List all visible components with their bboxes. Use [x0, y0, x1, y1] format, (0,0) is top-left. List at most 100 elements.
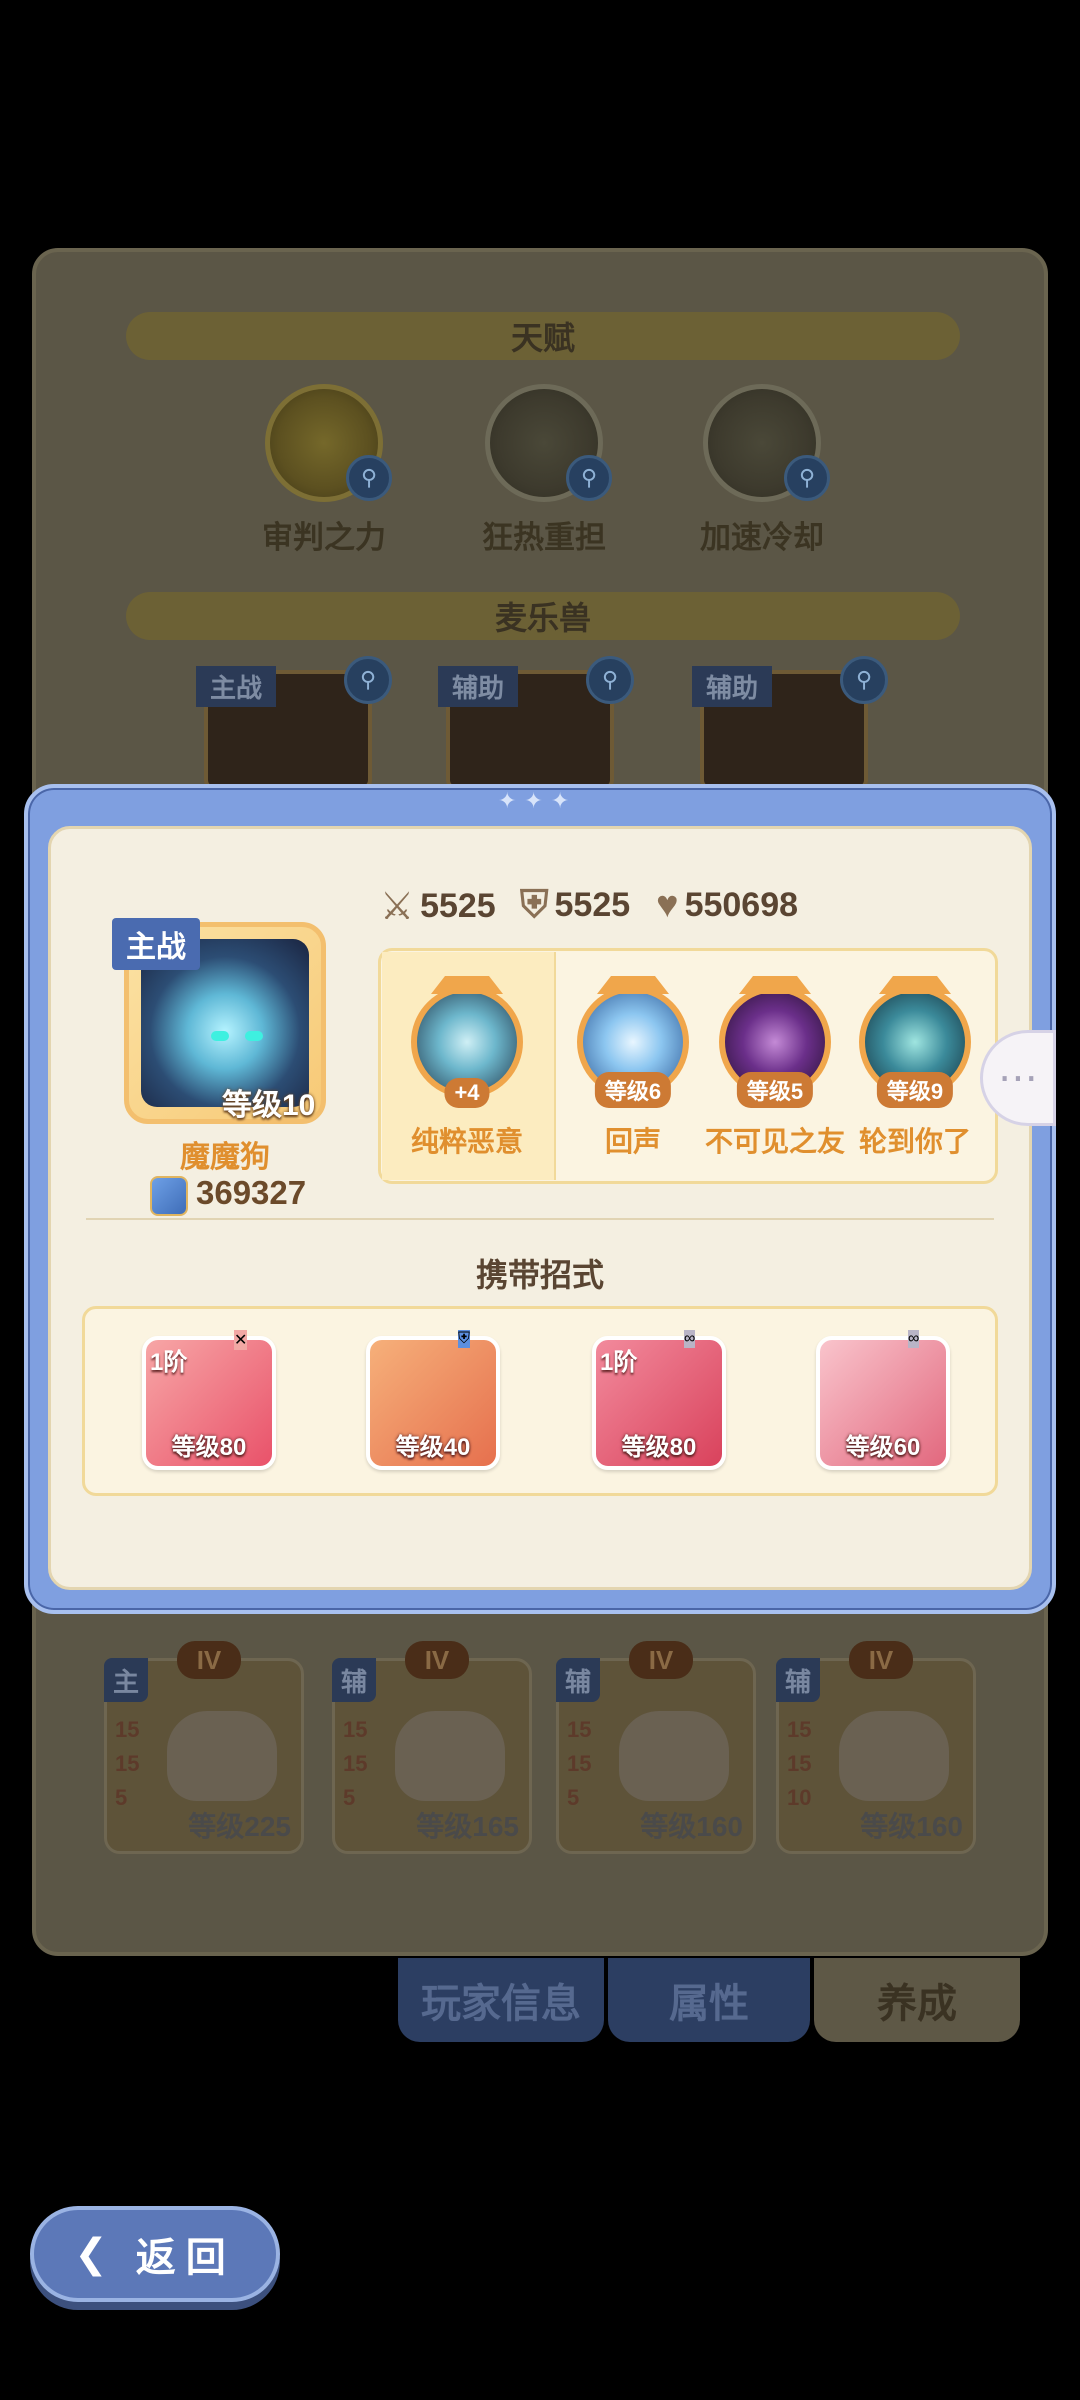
team-stats: 15 15 5 — [343, 1713, 367, 1815]
move-level: 等级60 — [845, 1434, 921, 1461]
spiky-beast-icon: +4 — [411, 976, 523, 1108]
magnifier-icon[interactable]: ⚲ — [586, 656, 634, 704]
talent-item[interactable]: ⚲ 狂热重担 — [444, 384, 644, 557]
eye-triangle-icon: ⚲ — [485, 384, 612, 502]
pet-header: 麦乐兽 — [126, 592, 960, 640]
team-role: 辅 — [556, 1658, 600, 1702]
divider — [86, 1218, 994, 1220]
ears-icon — [431, 974, 503, 994]
echo-crystal-icon: 等级6 — [577, 976, 689, 1108]
main-battle-tag: 主战 — [112, 918, 200, 970]
magnifier-icon[interactable]: ⚲ — [344, 656, 392, 704]
team-stats: 15 15 5 — [115, 1713, 139, 1815]
talent-item[interactable]: ⚲ 加速冷却 — [662, 384, 862, 557]
wrapped-fist-icon: ⚲ — [703, 384, 830, 502]
skill-item[interactable]: 等级5 不可见之友 — [700, 976, 850, 1160]
move-level: 等级80 — [621, 1434, 697, 1461]
move-card[interactable]: 等级40 — [366, 1336, 500, 1470]
return-button[interactable]: ❮ 返回 — [30, 2206, 280, 2302]
attack-badge-icon: ✕ — [234, 1330, 248, 1350]
skill-item[interactable]: +4 纯粹恶意 — [392, 976, 542, 1160]
return-label: 返回 — [135, 2236, 236, 2280]
chat-bubble-icon: ⋯ — [998, 1056, 1038, 1100]
attack-value: 5525 — [420, 887, 496, 925]
team-stat: 5 — [115, 1785, 128, 1810]
team-rank: IV — [177, 1641, 241, 1679]
tab-cultivation[interactable]: 养成 — [814, 1958, 1020, 2042]
team-card[interactable]: 辅 IV 15 15 5 等级165 — [332, 1641, 532, 1854]
team-stat: 15 — [343, 1717, 368, 1742]
magnifier-icon[interactable]: ⚲ — [566, 455, 612, 501]
pet-card[interactable]: 辅助 ⚲ — [438, 656, 634, 790]
dragon-eye — [211, 1031, 229, 1041]
talent-label: 审判之力 — [262, 520, 386, 555]
skill-level: +4 — [444, 1078, 490, 1108]
team-card[interactable]: 主 IV 15 15 5 等级225 — [104, 1641, 304, 1854]
move-rank: 1阶 — [150, 1349, 188, 1376]
magnifier-icon[interactable]: ⚲ — [346, 455, 392, 501]
team-rank: IV — [629, 1641, 693, 1679]
talent-item[interactable]: ⚲ 审判之力 — [224, 384, 424, 557]
team-stat: 15 — [115, 1751, 140, 1776]
team-stat: 15 — [787, 1751, 812, 1776]
hp-value: 550698 — [684, 886, 799, 924]
move-rank: 1阶 — [600, 1349, 638, 1376]
cat-avatar — [839, 1711, 949, 1801]
link-badge-icon: ∞ — [684, 1330, 696, 1348]
skill-name: 不可见之友 — [704, 1126, 845, 1157]
tab-player-info[interactable]: 玩家信息 — [398, 1958, 604, 2042]
hp-stat: ♥ 550698 — [656, 884, 798, 927]
talent-label: 狂热重担 — [482, 520, 606, 555]
attack-stat: ⚔ 5525 — [380, 884, 496, 929]
team-card[interactable]: 辅 IV 15 15 5 等级160 — [556, 1641, 756, 1854]
tab-attributes[interactable]: 属性 — [608, 1958, 810, 2042]
ears-icon — [879, 974, 951, 994]
team-level: 等级165 — [416, 1811, 519, 1842]
skill-item[interactable]: 等级6 回声 — [558, 976, 708, 1160]
cat-avatar — [395, 1711, 505, 1801]
team-stat: 15 — [115, 1717, 140, 1742]
pet-card[interactable]: 辅助 ⚲ — [692, 656, 888, 790]
link-badge-icon: ∞ — [908, 1330, 920, 1348]
team-stat: 5 — [567, 1785, 580, 1810]
move-card[interactable]: 等级60 — [816, 1336, 950, 1470]
team-role: 主 — [104, 1658, 148, 1702]
skill-name: 轮到你了 — [858, 1126, 971, 1157]
shadow-friend-icon: 等级5 — [719, 976, 831, 1108]
team-stats: 15 15 5 — [567, 1713, 591, 1815]
move-card[interactable]: 1阶 等级80 — [592, 1336, 726, 1470]
cat-avatar — [619, 1711, 729, 1801]
hero-level: 等级10 — [222, 1089, 316, 1122]
pet-tag: 主战 — [196, 666, 277, 707]
skill-item[interactable]: 等级9 轮到你了 — [840, 976, 990, 1160]
defense-value: 5525 — [554, 886, 631, 924]
team-level: 等级160 — [640, 1811, 743, 1842]
hero-name: 魔魔狗 — [180, 1141, 270, 1174]
pet-tag: 辅助 — [692, 666, 773, 707]
ears-icon — [739, 974, 811, 994]
team-card[interactable]: 辅 IV 15 15 10 等级160 — [776, 1641, 976, 1854]
magnifier-icon[interactable]: ⚲ — [840, 656, 888, 704]
back-arrow-icon: ❮ — [74, 2232, 118, 2276]
ornament-icon: ✦✦✦ — [498, 788, 578, 813]
team-rank: IV — [849, 1641, 913, 1679]
sun-emblem-icon: ⚲ — [265, 384, 392, 502]
team-stat: 5 — [343, 1785, 356, 1810]
talent-header: 天赋 — [126, 312, 960, 360]
team-role: 辅 — [776, 1658, 820, 1702]
magnifier-icon[interactable]: ⚲ — [784, 455, 830, 501]
moves-title: 携带招式 — [475, 1257, 604, 1293]
ears-icon — [597, 974, 669, 994]
pet-card[interactable]: 主战 ⚲ — [196, 656, 392, 790]
cat-avatar — [167, 1711, 277, 1801]
skill-level: 等级9 — [876, 1072, 954, 1108]
skill-level: 等级5 — [736, 1072, 814, 1108]
team-stat: 15 — [567, 1717, 592, 1742]
hero-power: 369327 — [196, 1174, 307, 1211]
move-card[interactable]: 1阶 等级80 — [142, 1336, 276, 1470]
talent-label: 加速冷却 — [700, 520, 824, 555]
heart-icon: ♥ — [656, 884, 679, 926]
team-stat: 15 — [787, 1717, 812, 1742]
team-stats: 15 15 10 — [787, 1713, 811, 1815]
skill-level: 等级6 — [594, 1072, 672, 1108]
